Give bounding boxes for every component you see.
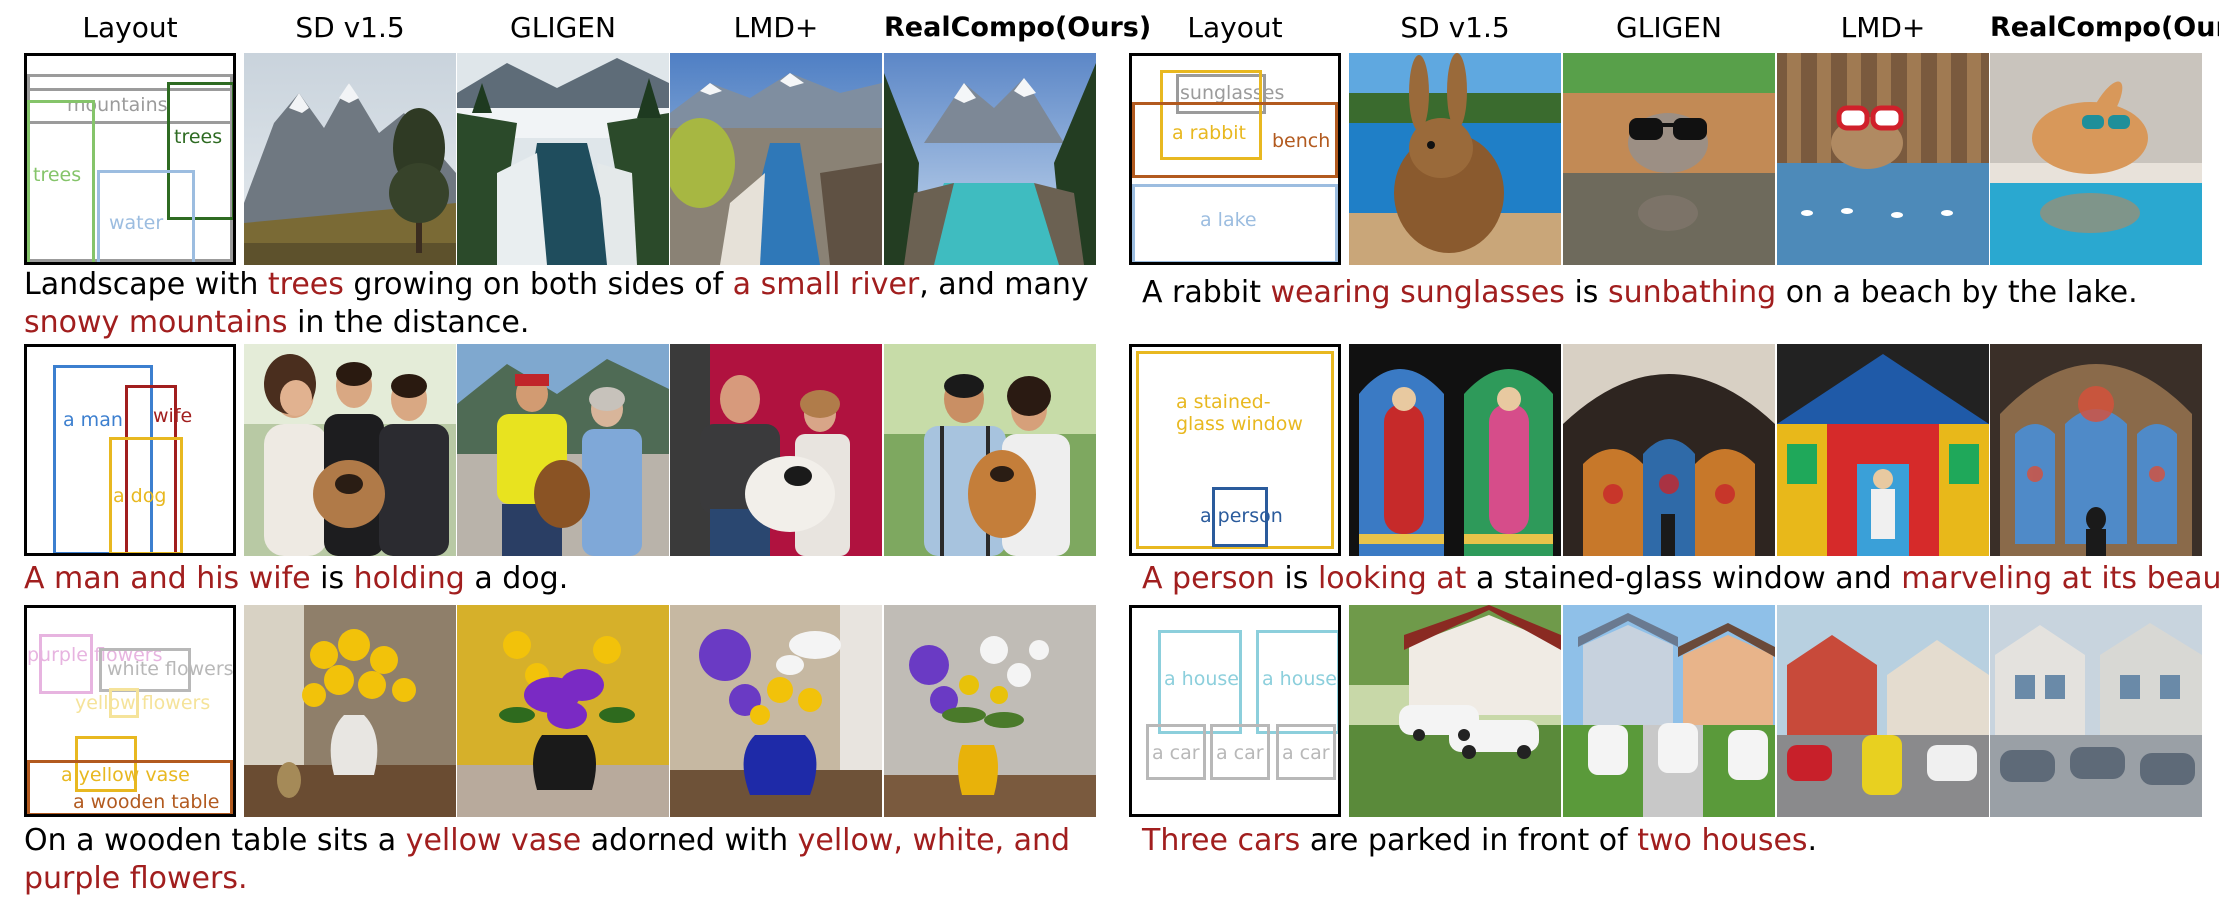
- layout-diagram-houses-cars: a house a house a car a car a car: [1129, 605, 1341, 817]
- image-sd-man-wife-dog: [244, 344, 456, 556]
- header-gligen-right: GLIGEN: [1616, 11, 1722, 44]
- header-realcompo-right: RealCompo(Ours): [1990, 12, 2219, 43]
- bbox-label-house-left: a house: [1164, 668, 1239, 690]
- image-gligen-rabbit: [1563, 53, 1775, 265]
- bbox-label-lake: a lake: [1200, 209, 1257, 231]
- caption-man-wife-dog: A man and his wife is holding a dog.: [24, 561, 569, 596]
- image-lmd-man-wife-dog: [670, 344, 882, 556]
- bbox-label-wooden-table: a wooden table: [73, 791, 220, 813]
- image-sd-houses-cars: [1349, 605, 1561, 817]
- image-sd-stained-glass: [1349, 344, 1561, 556]
- caption-rabbit: A rabbit wearing sunglasses is sunbathin…: [1142, 275, 2138, 310]
- image-lmd-landscape: [670, 53, 882, 265]
- image-realcompo-man-wife-dog: [884, 344, 1096, 556]
- image-lmd-vase: [670, 605, 882, 817]
- bbox-label-trees-right: trees: [174, 126, 223, 148]
- image-sd-vase: [244, 605, 456, 817]
- image-gligen-man-wife-dog: [457, 344, 669, 556]
- bbox-label-trees-left: trees: [33, 164, 82, 186]
- bbox-label-house-right: a house: [1262, 668, 1337, 690]
- bbox-label-wife: wife: [153, 405, 193, 427]
- image-gligen-landscape: [457, 53, 669, 265]
- header-layout-right: Layout: [1187, 11, 1283, 44]
- image-lmd-stained-glass: [1777, 344, 1989, 556]
- bbox-label-man: a man: [63, 409, 123, 431]
- image-realcompo-houses-cars: [1990, 605, 2202, 817]
- image-realcompo-rabbit: [1990, 53, 2202, 265]
- caption-vase: On a wooden table sits a yellow vase ado…: [24, 823, 1071, 896]
- bbox-label-dog: a dog: [113, 485, 167, 507]
- header-sd-right: SD v1.5: [1400, 11, 1510, 44]
- caption-landscape: Landscape with trees growing on both sid…: [24, 267, 1089, 340]
- header-realcompo-left: RealCompo(Ours): [884, 12, 1152, 43]
- bbox-label-bench: bench: [1272, 130, 1331, 152]
- image-realcompo-stained-glass: [1990, 344, 2202, 556]
- header-layout-left: Layout: [82, 11, 178, 44]
- image-gligen-stained-glass: [1563, 344, 1775, 556]
- image-realcompo-landscape: [884, 53, 1096, 265]
- image-gligen-houses-cars: [1563, 605, 1775, 817]
- bbox-label-car-3: a car: [1282, 742, 1330, 764]
- header-sd-left: SD v1.5: [295, 11, 405, 44]
- bbox-label-car-2: a car: [1216, 742, 1264, 764]
- image-realcompo-vase: [884, 605, 1096, 817]
- header-lmd-right: LMD+: [1840, 11, 1926, 44]
- caption-stained-glass: A person is looking at a stained-glass w…: [1142, 561, 2219, 596]
- caption-houses-cars: Three cars are parked in front of two ho…: [1142, 823, 1818, 858]
- bbox-label-white-flowers: white flowers: [107, 658, 234, 680]
- image-lmd-rabbit: [1777, 53, 1989, 265]
- layout-diagram-rabbit: sunglasses a rabbit bench a lake: [1129, 53, 1341, 265]
- image-gligen-vase: [457, 605, 669, 817]
- image-lmd-houses-cars: [1777, 605, 1989, 817]
- layout-diagram-man-wife-dog: a man wife a dog: [24, 344, 236, 556]
- layout-diagram-landscape: mountains trees trees water: [24, 53, 236, 265]
- layout-diagram-stained-glass: a stained-glass window a person: [1129, 344, 1341, 556]
- header-lmd-left: LMD+: [733, 11, 819, 44]
- bbox-label-yellow-flowers: yellow flowers: [75, 692, 211, 714]
- bbox-label-car-1: a car: [1152, 742, 1200, 764]
- bbox-label-person: a person: [1200, 505, 1283, 527]
- image-sd-landscape: [244, 53, 456, 265]
- layout-diagram-vase: purple flowers white flowers yellow flow…: [24, 605, 236, 817]
- header-gligen-left: GLIGEN: [510, 11, 616, 44]
- image-sd-rabbit: [1349, 53, 1561, 265]
- bbox-label-stained-glass-window: a stained-glass window: [1176, 391, 1303, 435]
- bbox-label-water: water: [109, 212, 164, 234]
